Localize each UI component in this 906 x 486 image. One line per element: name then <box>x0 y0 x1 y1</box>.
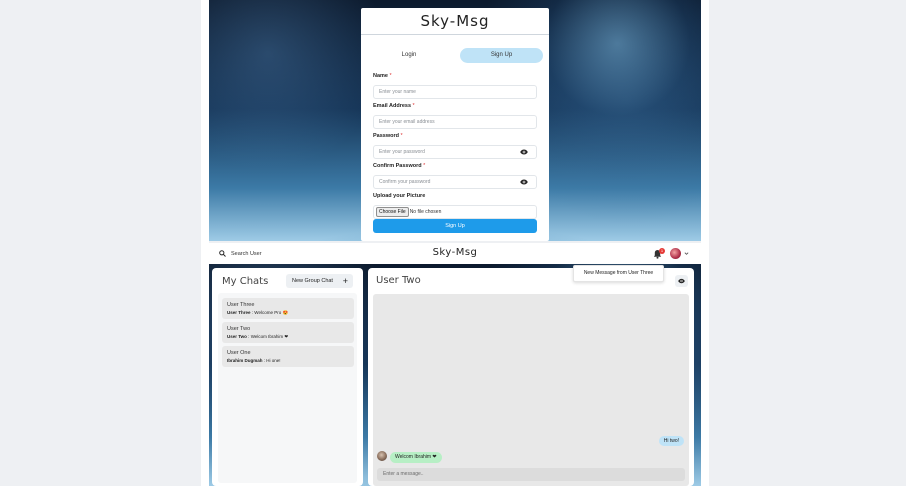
auth-tabs: Login Sign Up <box>369 48 543 63</box>
new-group-chat-label: New Group Chat <box>292 278 333 284</box>
plus-icon: + <box>342 276 348 286</box>
chat-item-user-two[interactable]: User Two User Two : Welcom Ibrahim ❤ <box>222 322 354 343</box>
header-title: Sky-Msg <box>432 247 478 258</box>
chat-item-name: User Two <box>227 326 251 332</box>
confirm-password-label: Confirm Password * <box>373 163 426 169</box>
picture-group: Upload your Picture Choose File No file c… <box>373 192 537 219</box>
no-file-text: No file chosen <box>409 209 442 215</box>
picture-file-input[interactable]: Choose File No file chosen <box>373 205 537 219</box>
app-title: Sky-Msg <box>361 8 549 35</box>
message-input[interactable]: Enter a message.. <box>377 468 685 481</box>
confirm-password-placeholder: Confirm your password <box>379 179 431 185</box>
email-label: Email Address * <box>373 103 415 109</box>
password-placeholder: Enter your password <box>379 149 425 155</box>
password-input[interactable]: Enter your password <box>373 145 537 159</box>
name-group: Name * Enter your name <box>373 72 537 99</box>
chat-item-user-one[interactable]: User One Ibrahim Dugmah : Hi one! <box>222 346 354 367</box>
my-chats-title: My Chats <box>222 276 269 287</box>
signup-button[interactable]: Sign Up <box>373 219 537 233</box>
page-divider-right <box>701 0 709 486</box>
chat-item-name: User One <box>227 350 251 356</box>
password-label: Password * <box>373 133 403 139</box>
chat-item-user-three[interactable]: User Three User Three : Welcome Pro 😍 <box>222 298 354 319</box>
page-divider-left <box>201 0 209 486</box>
email-input[interactable]: Enter your email address <box>373 115 537 129</box>
user-avatar[interactable] <box>670 248 681 259</box>
message-sent: Hi two! <box>658 436 684 446</box>
messages-area: Hi two! Welcom Ibrahim ❤ Enter a message… <box>373 294 689 486</box>
notification-badge: 1 <box>659 248 665 254</box>
message-received: Welcom Ibrahim ❤ <box>390 452 442 463</box>
name-label: Name * <box>373 73 392 79</box>
chat-item-latest: Ibrahim Dugmah : Hi one! <box>227 358 281 363</box>
my-chats-panel: My Chats New Group Chat + User Three Use… <box>212 268 363 486</box>
show-confirm-password-eye-icon[interactable] <box>520 179 528 185</box>
password-group: Password * Enter your password <box>373 132 537 159</box>
conversation-panel: User Two Hi two! Welcom Ibrahim ❤ Enter … <box>368 268 694 486</box>
chat-item-latest: User Two : Welcom Ibrahim ❤ <box>227 334 289 339</box>
conversation-title: User Two <box>376 275 421 286</box>
tab-login[interactable]: Login <box>369 48 449 63</box>
confirm-password-group: Confirm Password * Confirm your password <box>373 162 537 189</box>
chat-item-latest: User Three : Welcome Pro 😍 <box>227 310 289 315</box>
notification-popup[interactable]: New Message from User Three <box>573 265 664 282</box>
signup-card: Sky-Msg Login Sign Up Name * Enter your … <box>361 8 549 241</box>
confirm-password-input[interactable]: Confirm your password <box>373 175 537 189</box>
choose-file-button[interactable]: Choose File <box>376 207 409 217</box>
name-input[interactable]: Enter your name <box>373 85 537 99</box>
sender-avatar <box>377 451 387 461</box>
new-group-chat-button[interactable]: New Group Chat + <box>286 274 353 288</box>
chats-list: User Three User Three : Welcome Pro 😍 Us… <box>218 293 357 483</box>
tab-signup[interactable]: Sign Up <box>460 48 543 63</box>
email-group: Email Address * Enter your email address <box>373 102 537 129</box>
view-profile-button[interactable] <box>675 275 688 287</box>
show-password-eye-icon[interactable] <box>520 149 528 155</box>
chat-item-name: User Three <box>227 302 255 308</box>
eye-icon <box>678 278 685 284</box>
chevron-down-icon[interactable] <box>684 251 689 256</box>
picture-label: Upload your Picture <box>373 193 426 199</box>
chat-header: Search User Sky-Msg 1 <box>209 243 701 264</box>
